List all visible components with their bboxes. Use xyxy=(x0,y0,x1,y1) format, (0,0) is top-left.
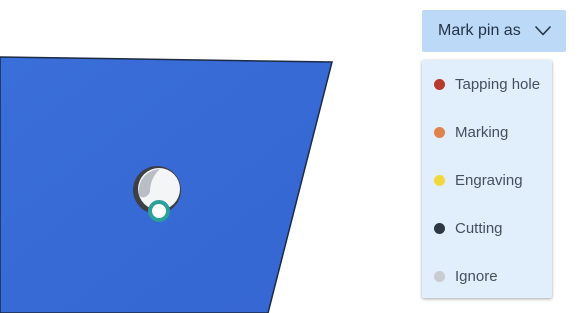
tapping-hole-dot-icon xyxy=(434,78,445,90)
menu-item-label: Ignore xyxy=(455,267,498,285)
menu-item-cutting[interactable]: Cutting xyxy=(422,204,552,252)
menu-item-engraving[interactable]: Engraving xyxy=(422,156,552,204)
mark-pin-menu: Tapping hole Marking Engraving Cutting I… xyxy=(422,60,552,298)
menu-item-label: Engraving xyxy=(455,171,523,189)
menu-item-ignore[interactable]: Ignore xyxy=(422,252,552,300)
pin-marker-icon[interactable] xyxy=(148,200,170,222)
engraving-dot-icon xyxy=(434,174,445,186)
ignore-dot-icon xyxy=(434,270,445,282)
menu-item-marking[interactable]: Marking xyxy=(422,108,552,156)
menu-item-label: Cutting xyxy=(455,219,503,237)
menu-item-label: Tapping hole xyxy=(455,75,541,93)
mark-pin-as-label: Mark pin as xyxy=(438,22,521,39)
chevron-down-icon xyxy=(534,25,552,37)
menu-item-tapping-hole[interactable]: Tapping hole xyxy=(422,60,552,108)
cutting-dot-icon xyxy=(434,222,445,234)
mark-pin-as-button[interactable]: Mark pin as xyxy=(422,10,566,52)
menu-item-label: Marking xyxy=(455,123,509,141)
marking-dot-icon xyxy=(434,126,445,138)
